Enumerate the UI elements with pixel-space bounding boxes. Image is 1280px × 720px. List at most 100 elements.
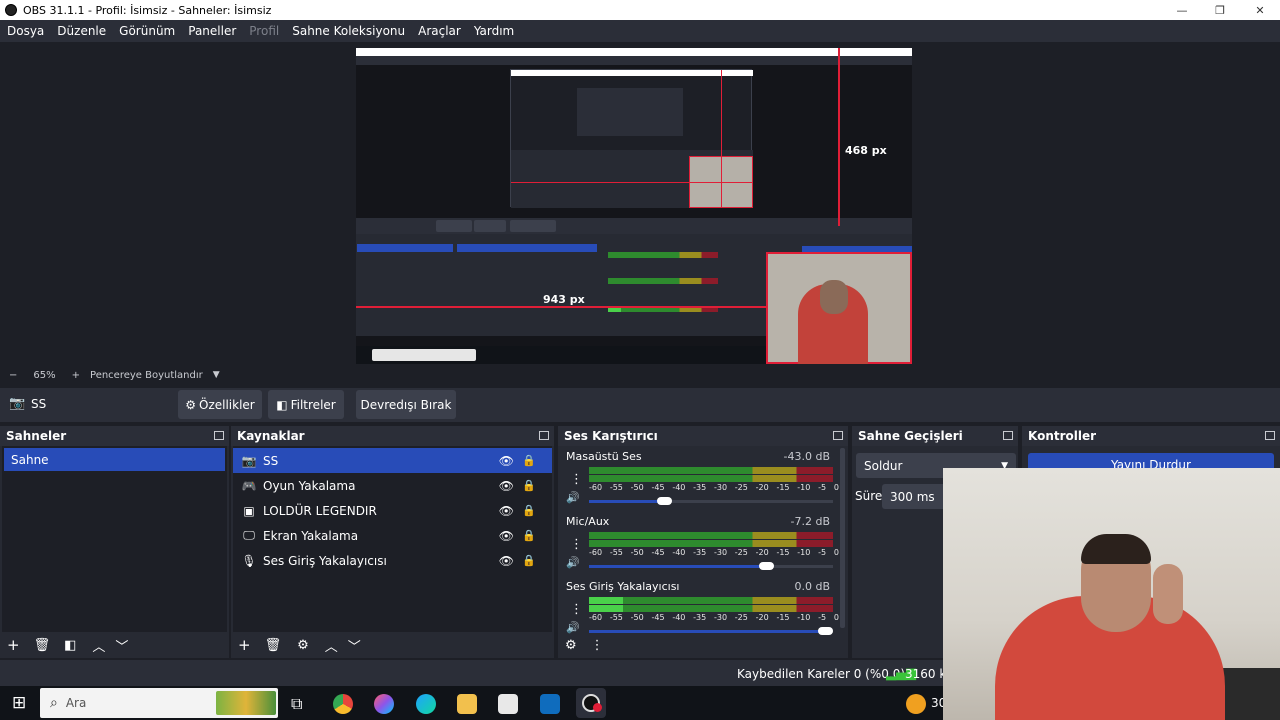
windows-start-icon[interactable]: ⊞ <box>12 693 26 713</box>
float-icon[interactable] <box>833 431 843 440</box>
tick-label: -20 <box>755 613 769 622</box>
chevron-down-icon[interactable]: ﹀ <box>348 636 361 655</box>
edge-icon[interactable] <box>416 694 436 714</box>
chevron-up-icon[interactable]: ︿ <box>325 636 338 655</box>
mixer-scrollbar[interactable] <box>840 448 845 628</box>
chrome-icon[interactable] <box>333 694 353 714</box>
channel-name: Ses Giriş Yakalayıcısı <box>566 580 680 593</box>
more-vertical-icon[interactable]: ⋮ <box>570 472 583 487</box>
chevron-up-icon[interactable]: ︿ <box>92 636 105 655</box>
outlook-icon[interactable] <box>540 694 560 714</box>
close-button[interactable]: ✕ <box>1240 0 1280 20</box>
channel-db: -7.2 dB <box>790 515 831 528</box>
more-vertical-icon[interactable]: ⋮ <box>570 537 583 552</box>
eye-icon[interactable]: 👁 <box>499 529 514 543</box>
preview-canvas[interactable]: 468 px 943 px <box>356 48 912 364</box>
zoom-in-button[interactable]: + <box>72 370 80 381</box>
filter-icon[interactable]: ◧ <box>64 638 76 653</box>
task-view-icon[interactable]: ⧉ <box>291 694 311 714</box>
person-hair-shape <box>1081 534 1151 564</box>
eye-icon[interactable]: 👁 <box>499 504 514 518</box>
mixer-channel: Masaüstü Ses -43.0 dB ⋮ 🔊 -60 -55 -50 -45 -40 -35… <box>560 446 839 511</box>
source-row-ses-giris[interactable]: 🎙 Ses Giriş Yakalayıcısı 👁 🔒 <box>233 548 552 573</box>
maximize-button[interactable]: ❐ <box>1200 0 1240 20</box>
menu-duzenle[interactable]: Düzenle <box>50 24 112 38</box>
zoom-bar: − 65% + Pencereye Boyutlandır ▼ <box>0 366 1280 384</box>
menu-dosya[interactable]: Dosya <box>0 24 50 38</box>
level-fill <box>589 597 624 604</box>
live-indicator-icon <box>593 703 602 712</box>
zoom-out-button[interactable]: − <box>9 370 17 381</box>
lock-icon[interactable]: 🔒 <box>522 554 536 567</box>
trash-icon[interactable]: 🗑 <box>34 638 51 653</box>
menu-paneller[interactable]: Paneller <box>181 24 242 38</box>
camera-icon: 📷 <box>241 453 257 468</box>
more-vertical-icon[interactable]: ⋮ <box>591 638 604 653</box>
source-row-loldur-legendir[interactable]: ▣ LOLDÜR LEGENDIR 👁 🔒 <box>233 498 552 523</box>
more-vertical-icon[interactable]: ⋮ <box>570 602 583 617</box>
zoom-dropdown-icon[interactable]: ▼ <box>213 370 220 380</box>
scene-item[interactable]: Sahne <box>4 448 225 471</box>
lock-icon[interactable]: 🔒 <box>522 504 536 517</box>
taskbar-search[interactable]: ⌕ Ara <box>40 688 278 718</box>
volume-knob[interactable] <box>657 497 673 505</box>
tick-label: -40 <box>672 613 686 622</box>
lock-icon[interactable]: 🔒 <box>522 479 536 492</box>
copilot-icon[interactable] <box>374 694 394 714</box>
chevron-down-icon[interactable]: ﹀ <box>115 636 128 655</box>
float-icon[interactable] <box>1265 431 1275 440</box>
source-row-oyun-yakalama[interactable]: 🎮 Oyun Yakalama 👁 🔒 <box>233 473 552 498</box>
search-icon: ⌕ <box>50 695 58 711</box>
eye-icon[interactable]: 👁 <box>499 479 514 493</box>
add-icon[interactable]: + <box>238 636 251 654</box>
file-explorer-icon[interactable] <box>457 694 477 714</box>
menu-bar: Dosya Düzenle Görünüm Paneller Profil Sa… <box>0 20 1280 42</box>
dropped-frames: Kaybedilen Kareler 0 (%0.0) <box>737 667 906 681</box>
add-icon[interactable]: + <box>7 636 20 654</box>
channel-name: Masaüstü Ses <box>566 450 642 463</box>
eye-icon[interactable]: 👁 <box>499 454 514 468</box>
gear-icon[interactable]: ⚙ <box>297 638 309 653</box>
minimize-button[interactable]: — <box>1162 0 1202 20</box>
float-icon[interactable] <box>214 431 224 440</box>
source-row-ekran-yakalama[interactable]: 🖵 Ekran Yakalama 👁 🔒 <box>233 523 552 548</box>
menu-sahne-koleksiyonu[interactable]: Sahne Koleksiyonu <box>285 24 411 38</box>
volume-slider[interactable] <box>589 497 833 505</box>
float-icon[interactable] <box>539 431 549 440</box>
tick-label: -50 <box>630 548 644 557</box>
volume-knob[interactable] <box>758 562 774 570</box>
eye-icon[interactable]: 👁 <box>499 554 514 568</box>
gear-icon[interactable]: ⚙ <box>565 638 577 653</box>
volume-slider[interactable] <box>589 562 833 570</box>
fit-to-window-label[interactable]: Pencereye Boyutlandır <box>90 370 203 381</box>
menu-yardim[interactable]: Yardım <box>467 24 520 38</box>
lock-icon[interactable]: 🔒 <box>522 454 536 467</box>
level-meter <box>589 475 833 482</box>
lock-icon[interactable]: 🔒 <box>522 529 536 542</box>
filters-button[interactable]: ◧ Filtreler <box>268 390 344 419</box>
tick-label: -5 <box>818 613 827 622</box>
measure-horizontal-line <box>356 306 766 308</box>
controls-header: Kontroller <box>1022 426 1280 446</box>
store-icon[interactable] <box>498 694 518 714</box>
speaker-icon[interactable]: 🔊 <box>566 491 580 504</box>
float-icon[interactable] <box>1003 431 1013 440</box>
menu-gorunum[interactable]: Görünüm <box>112 24 181 38</box>
mixer-footer: ⚙ ⋮ <box>558 632 848 658</box>
meter-ticks: -60 -55 -50 -45 -40 -35 -30 -25 -20 -15 -10 -5 0 <box>589 483 839 492</box>
tick-label: -20 <box>755 548 769 557</box>
properties-button[interactable]: ⚙ Özellikler <box>178 390 262 419</box>
nested-preview <box>510 69 753 208</box>
tick-label: 0 <box>833 548 839 557</box>
source-row-ss[interactable]: 📷 SS 👁 🔒 <box>233 448 552 473</box>
deactivate-button[interactable]: Devredışı Bırak <box>356 390 456 419</box>
speaker-icon[interactable]: 🔊 <box>566 556 580 569</box>
trash-icon[interactable]: 🗑 <box>265 638 282 653</box>
sources-footer: + 🗑 ⚙ ︿ ﹀ <box>231 632 554 658</box>
obs-taskbar-button[interactable] <box>576 688 606 718</box>
measure-vertical-line <box>838 48 840 226</box>
sources-header: Kaynaklar <box>231 426 554 446</box>
tick-label: 0 <box>833 483 839 492</box>
selected-source-box[interactable] <box>766 252 912 364</box>
menu-araclar[interactable]: Araçlar <box>411 24 467 38</box>
